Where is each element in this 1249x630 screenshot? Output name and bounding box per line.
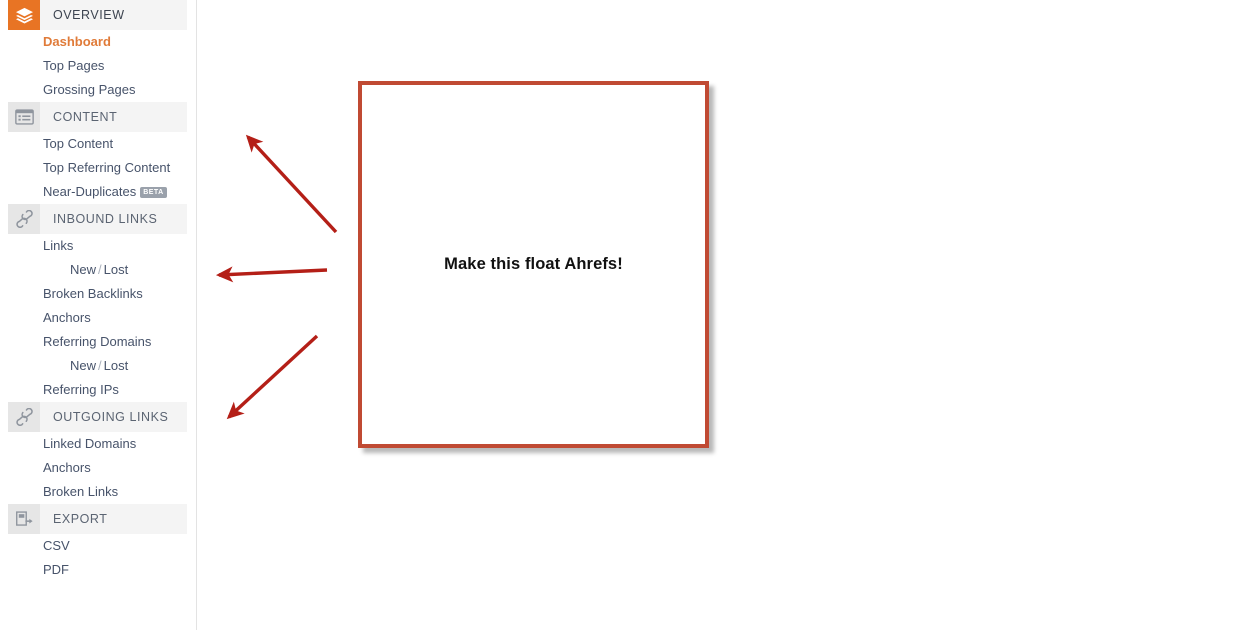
- chain-link-icon: [8, 402, 40, 432]
- sidebar-item-links-new-lost: New / Lost: [0, 258, 196, 282]
- list-item: Referring Domains: [0, 330, 196, 354]
- section-header-outgoing-links[interactable]: OUTGOING LINKS: [8, 402, 187, 432]
- sidebar-item-links-new[interactable]: New: [70, 262, 96, 277]
- sidebar-item-referring-ips[interactable]: Referring IPs: [0, 378, 196, 402]
- layers-stack-icon: [8, 0, 40, 30]
- nav-section-outgoing-links: OUTGOING LINKS Linked Domains Anchors Br…: [0, 402, 196, 504]
- list-item: Anchors: [0, 306, 196, 330]
- arrow-down-left: [226, 334, 319, 420]
- sidebar-item-near-duplicates[interactable]: Near-Duplicates BETA: [0, 180, 196, 204]
- sidebar-item-label: Near-Duplicates: [43, 184, 137, 199]
- list-item: PDF: [0, 558, 196, 582]
- list-item: Top Referring Content: [0, 156, 196, 180]
- sidebar-item-grossing-pages[interactable]: Grossing Pages: [0, 78, 196, 102]
- sidebar-item-outgoing-anchors[interactable]: Anchors: [0, 456, 196, 480]
- float-box-label: Make this float Ahrefs!: [444, 255, 623, 273]
- chain-link-icon: [8, 204, 40, 234]
- sidebar-item-domains-new-lost: New / Lost: [0, 354, 196, 378]
- sidebar-item-broken-backlinks[interactable]: Broken Backlinks: [0, 282, 196, 306]
- arrow-left: [215, 266, 328, 283]
- sidebar-item-inbound-anchors[interactable]: Anchors: [0, 306, 196, 330]
- list-item: Linked Domains: [0, 432, 196, 456]
- main-content: Make this float Ahrefs!: [198, 0, 1249, 630]
- nav-links-content: Top Content Top Referring Content Near-D…: [0, 132, 196, 204]
- section-title-overview: OVERVIEW: [53, 8, 125, 22]
- arrow-up-left: [245, 134, 338, 234]
- nav-links-export: CSV PDF: [0, 534, 196, 582]
- list-item: Grossing Pages: [0, 78, 196, 102]
- section-title-content: CONTENT: [53, 110, 118, 124]
- sidebar-item-top-content[interactable]: Top Content: [0, 132, 196, 156]
- sidebar-item-broken-links[interactable]: Broken Links: [0, 480, 196, 504]
- status-badge: BETA: [140, 187, 167, 198]
- list-item: CSV: [0, 534, 196, 558]
- sidebar-item-links-lost[interactable]: Lost: [104, 262, 129, 277]
- list-item: Links: [0, 234, 196, 258]
- separator: /: [98, 358, 102, 373]
- list-item: Broken Backlinks: [0, 282, 196, 306]
- list-item: Broken Links: [0, 480, 196, 504]
- list-item: Top Pages: [0, 54, 196, 78]
- sidebar-item-top-referring-content[interactable]: Top Referring Content: [0, 156, 196, 180]
- sidebar-item-csv[interactable]: CSV: [0, 534, 196, 558]
- section-header-export[interactable]: EXPORT: [8, 504, 187, 534]
- sidebar-item-top-pages[interactable]: Top Pages: [0, 54, 196, 78]
- list-item: Top Content: [0, 132, 196, 156]
- sidebar-item-domains-new[interactable]: New: [70, 358, 96, 373]
- sidebar-item-referring-domains[interactable]: Referring Domains: [0, 330, 196, 354]
- nav-links-inbound: Links New / Lost Broken Backlinks Anchors …: [0, 234, 196, 402]
- nav-section-export: EXPORT CSV PDF: [0, 504, 196, 582]
- nav-section-content: CONTENT Top Content Top Referring Conten…: [0, 102, 196, 204]
- nav-links-overview: Dashboard Top Pages Grossing Pages: [0, 30, 196, 102]
- sidebar-item-links[interactable]: Links: [0, 234, 196, 258]
- nav-section-overview: OVERVIEW Dashboard Top Pages Grossing Pa…: [0, 0, 196, 102]
- section-title-export: EXPORT: [53, 512, 108, 526]
- sidebar-item-domains-lost[interactable]: Lost: [104, 358, 129, 373]
- list-item: Anchors: [0, 456, 196, 480]
- nav-section-inbound-links: INBOUND LINKS Links New / Lost Broken Back…: [0, 204, 196, 402]
- list-item: Near-Duplicates BETA: [0, 180, 196, 204]
- sidebar: OVERVIEW Dashboard Top Pages Grossing Pa…: [0, 0, 197, 630]
- separator: /: [98, 262, 102, 277]
- list-table-icon: [8, 102, 40, 132]
- document-export-icon: [8, 504, 40, 534]
- section-header-overview[interactable]: OVERVIEW: [8, 0, 187, 30]
- section-header-inbound-links[interactable]: INBOUND LINKS: [8, 204, 187, 234]
- list-item: Dashboard: [0, 30, 196, 54]
- section-header-content[interactable]: CONTENT: [8, 102, 187, 132]
- list-item: Referring IPs: [0, 378, 196, 402]
- section-title-inbound-links: INBOUND LINKS: [53, 212, 158, 226]
- section-title-outgoing-links: OUTGOING LINKS: [53, 410, 169, 424]
- annotation-arrows: [215, 134, 338, 420]
- sidebar-item-pdf[interactable]: PDF: [0, 558, 196, 582]
- sidebar-item-linked-domains[interactable]: Linked Domains: [0, 432, 196, 456]
- float-box: Make this float Ahrefs!: [358, 81, 709, 448]
- nav-links-outgoing: Linked Domains Anchors Broken Links: [0, 432, 196, 504]
- sidebar-item-dashboard[interactable]: Dashboard: [0, 30, 196, 54]
